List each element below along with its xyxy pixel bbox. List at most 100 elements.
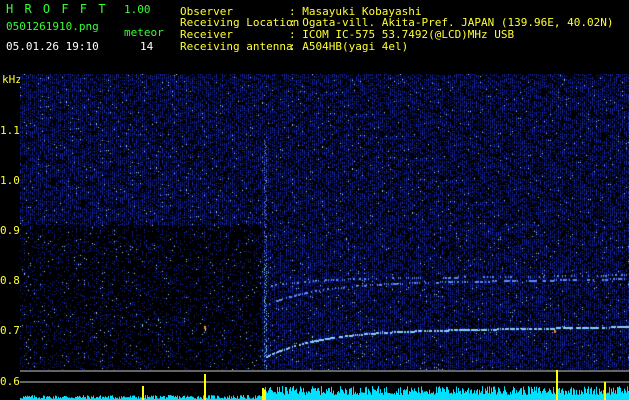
level-bar xyxy=(579,389,580,400)
level-bar xyxy=(442,387,443,400)
level-bar xyxy=(241,395,242,400)
level-bar xyxy=(343,391,344,400)
level-bar xyxy=(296,388,297,400)
level-bar xyxy=(314,388,315,400)
level-bar xyxy=(423,392,424,400)
level-bar xyxy=(64,395,65,400)
level-bar xyxy=(400,387,401,400)
level-bar xyxy=(124,396,125,400)
level-peak xyxy=(142,386,144,400)
level-bar xyxy=(283,393,284,400)
level-bar xyxy=(507,394,508,400)
level-bar xyxy=(398,388,399,400)
level-bar xyxy=(519,390,520,400)
level-bar xyxy=(270,387,271,400)
level-bar xyxy=(280,391,281,400)
level-bar xyxy=(527,394,528,400)
level-bar xyxy=(564,394,565,400)
level-bar xyxy=(276,393,277,400)
level-bar xyxy=(331,386,332,400)
level-bar xyxy=(297,393,298,400)
level-bar xyxy=(275,392,276,400)
level-bar xyxy=(399,394,400,400)
level-bar xyxy=(417,392,418,400)
level-bar xyxy=(305,394,306,400)
level-bar xyxy=(581,390,582,400)
level-peak xyxy=(264,390,266,400)
level-bar xyxy=(434,394,435,400)
level-bar xyxy=(357,393,358,400)
level-bar xyxy=(598,394,599,400)
level-bar xyxy=(311,389,312,400)
level-bar xyxy=(497,392,498,400)
level-bar xyxy=(612,391,613,400)
level-bar xyxy=(209,395,210,400)
level-bar xyxy=(463,389,464,400)
level-bar xyxy=(43,395,44,400)
level-bar xyxy=(294,390,295,400)
level-bar xyxy=(278,391,279,400)
level-bar xyxy=(273,392,274,400)
level-bar xyxy=(274,392,275,400)
level-bar xyxy=(437,392,438,400)
level-bar xyxy=(217,395,218,400)
level-bar xyxy=(409,391,410,400)
level-bar xyxy=(292,387,293,400)
level-bar xyxy=(390,393,391,400)
level-bar xyxy=(23,396,24,400)
level-bar xyxy=(171,395,172,400)
level-bar xyxy=(587,388,588,400)
level-bar xyxy=(190,396,191,400)
level-bar xyxy=(534,386,535,400)
level-bar xyxy=(341,389,342,400)
level-bar xyxy=(374,389,375,400)
level-bar xyxy=(582,391,583,400)
level-bar xyxy=(303,387,304,400)
level-bar xyxy=(482,386,483,400)
level-bar xyxy=(160,395,161,400)
level-bar xyxy=(565,390,566,400)
level-bar xyxy=(616,393,617,400)
level-bar xyxy=(328,387,329,400)
level-bar xyxy=(536,386,537,400)
level-bar xyxy=(155,395,156,400)
level-bar xyxy=(386,386,387,400)
level-bar xyxy=(393,394,394,400)
level-bar xyxy=(353,386,354,400)
meteor-count: 14 xyxy=(140,40,154,53)
level-bar xyxy=(29,396,30,400)
level-bar xyxy=(446,386,447,400)
level-bar xyxy=(300,386,301,400)
level-bar xyxy=(344,393,345,400)
level-bar xyxy=(445,391,446,400)
level-bar xyxy=(430,393,431,400)
level-bar xyxy=(439,386,440,400)
level-bar xyxy=(521,388,522,400)
level-bar xyxy=(424,391,425,400)
level-bar xyxy=(44,395,45,400)
level-bar xyxy=(529,387,530,400)
level-peak xyxy=(262,388,264,400)
level-bar xyxy=(483,393,484,400)
level-bar xyxy=(91,396,92,400)
level-bar xyxy=(573,388,574,400)
level-bar xyxy=(440,388,441,400)
level-bar xyxy=(461,394,462,400)
level-bar xyxy=(105,396,106,400)
level-bar xyxy=(312,386,313,400)
level-bar xyxy=(281,392,282,400)
level-bar xyxy=(233,395,234,400)
level-bar xyxy=(480,392,481,400)
level-bar xyxy=(335,394,336,400)
level-bar xyxy=(310,392,311,400)
level-bar xyxy=(248,395,249,400)
level-bar xyxy=(93,395,94,400)
level-bar xyxy=(395,394,396,400)
level-bar xyxy=(525,392,526,400)
level-bar xyxy=(544,388,545,400)
level-bar xyxy=(379,393,380,400)
level-bar xyxy=(413,391,414,400)
level-bar xyxy=(539,387,540,400)
level-bar xyxy=(451,392,452,400)
level-peak xyxy=(604,382,606,400)
